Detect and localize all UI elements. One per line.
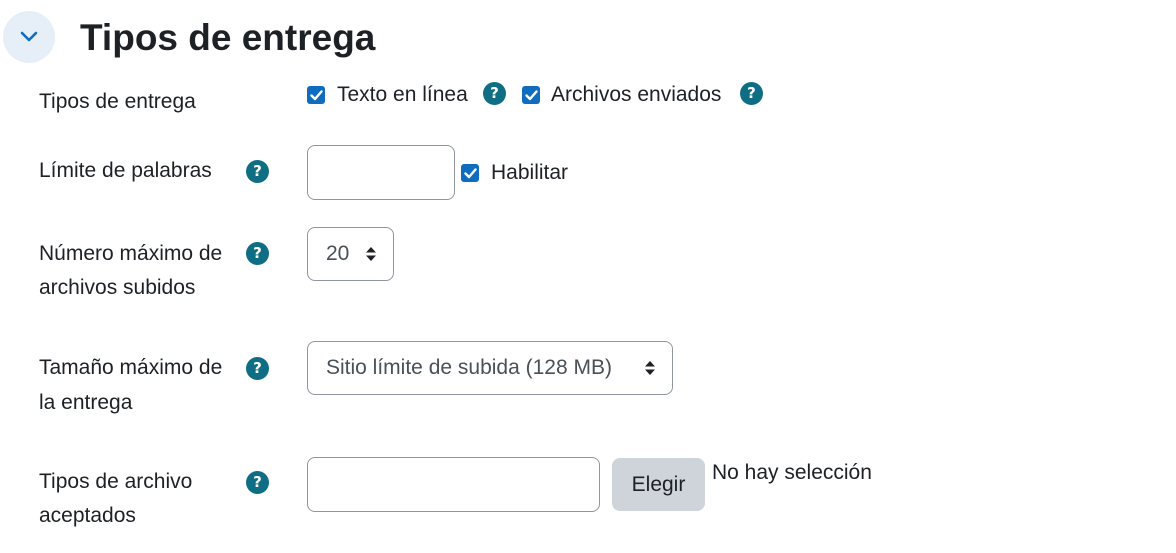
online-text-help-icon[interactable]: ? bbox=[483, 82, 506, 105]
accepted-types-help-icon[interactable]: ? bbox=[246, 471, 269, 494]
section-title: Tipos de entrega bbox=[80, 17, 376, 58]
accepted-types-label-line1: Tipos de archivo bbox=[39, 470, 193, 493]
accepted-types-label-line2: aceptados bbox=[39, 504, 136, 527]
max-files-select[interactable]: 20 bbox=[307, 227, 394, 281]
check-icon bbox=[309, 89, 323, 100]
accepted-types-status: No hay selección bbox=[712, 461, 872, 484]
word-limit-input[interactable] bbox=[307, 145, 455, 200]
file-submissions-help-icon[interactable]: ? bbox=[740, 82, 763, 105]
sort-arrows-icon bbox=[366, 247, 376, 261]
max-files-label-line2: archivos subidos bbox=[39, 276, 196, 299]
max-size-selected-value: Sitio límite de subida (128 MB) bbox=[326, 356, 612, 379]
max-files-selected-value: 20 bbox=[326, 242, 350, 265]
word-limit-enable-checkbox[interactable] bbox=[461, 164, 479, 182]
max-size-help-icon[interactable]: ? bbox=[246, 357, 269, 380]
file-submissions-label: Archivos enviados bbox=[551, 83, 722, 106]
check-icon bbox=[463, 167, 477, 178]
max-size-label-line2: la entrega bbox=[39, 391, 133, 414]
choose-file-types-button[interactable]: Elegir bbox=[612, 458, 705, 511]
sort-arrows-icon bbox=[645, 361, 655, 375]
online-text-checkbox[interactable] bbox=[307, 86, 325, 104]
max-files-label-line1: Número máximo de bbox=[39, 242, 223, 265]
check-icon bbox=[524, 89, 538, 100]
max-size-select[interactable]: Sitio límite de subida (128 MB) bbox=[307, 341, 673, 395]
accepted-types-input[interactable] bbox=[307, 457, 600, 512]
max-files-help-icon[interactable]: ? bbox=[246, 242, 269, 265]
word-limit-help-icon[interactable]: ? bbox=[246, 160, 269, 183]
online-text-label: Texto en línea bbox=[337, 83, 468, 106]
section-collapse-toggle[interactable] bbox=[3, 11, 55, 63]
max-size-label-line1: Tamaño máximo de bbox=[39, 356, 223, 379]
file-submissions-checkbox[interactable] bbox=[522, 86, 540, 104]
submission-types-label: Tipos de entrega bbox=[39, 90, 196, 113]
word-limit-enable-label: Habilitar bbox=[491, 161, 569, 184]
word-limit-label: Límite de palabras bbox=[39, 159, 212, 182]
chevron-down-icon bbox=[20, 31, 38, 42]
